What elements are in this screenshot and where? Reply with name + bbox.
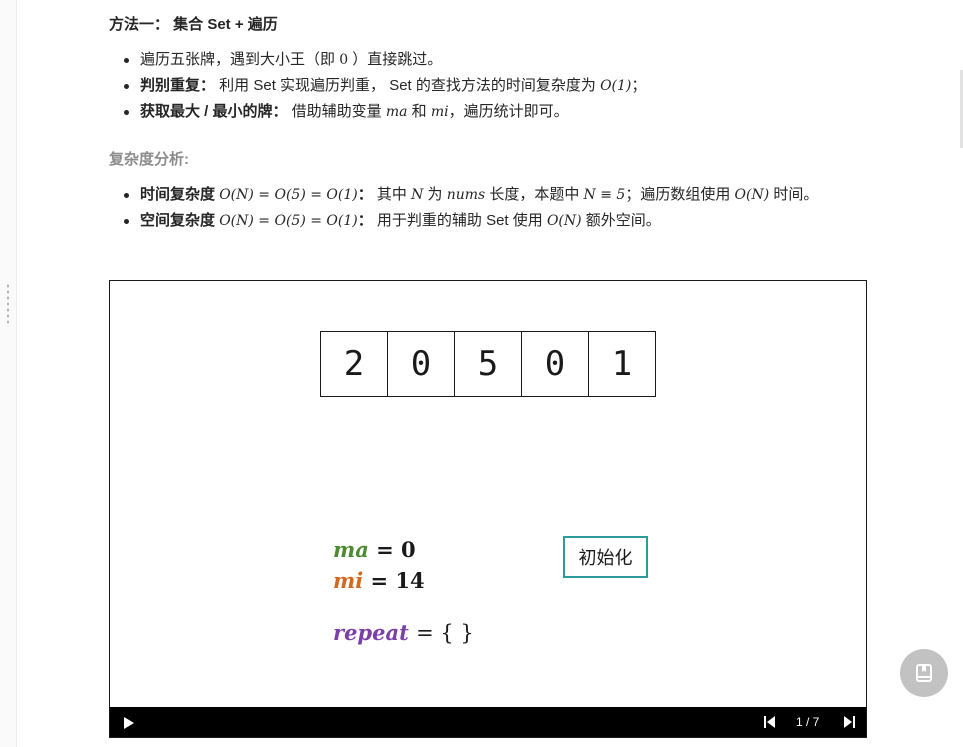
slide-counter: 1 / 7 xyxy=(796,715,820,729)
array-cell: 0 xyxy=(387,331,455,397)
array-cell: 0 xyxy=(521,331,589,397)
section-heading: 方法一： 集合 Set + 遍历 xyxy=(109,16,278,33)
ma-variable: ma = 0 xyxy=(333,537,416,562)
complexity-heading: 复杂度分析: xyxy=(109,151,189,168)
nums-array: 2 0 5 0 1 xyxy=(320,331,656,397)
bookmark-button[interactable] xyxy=(900,649,948,697)
list-item: 遍历五张牌，遇到大小王（即 0 ）直接跳过。 xyxy=(109,47,869,73)
slideshow-player: 2 0 5 0 1 ma = 0 mi = 14 repeat = { } 初始… xyxy=(109,280,867,738)
method-bullet-list: 遍历五张牌，遇到大小王（即 0 ）直接跳过。 判别重复： 利用 Set 实现遍历… xyxy=(109,47,869,125)
array-cell: 2 xyxy=(320,331,388,397)
complexity-bullet-list: 时间复杂度 O(N) = O(5) = O(1)： 其中 N 为 nums 长度… xyxy=(109,182,869,234)
step-state-label: 初始化 xyxy=(563,536,648,578)
repeat-variable: repeat = { } xyxy=(333,620,474,645)
play-icon[interactable] xyxy=(124,717,134,729)
array-cell: 1 xyxy=(588,331,656,397)
mi-variable: mi = 14 xyxy=(333,568,425,593)
skip-next-icon[interactable] xyxy=(844,716,856,728)
list-item: 时间复杂度 O(N) = O(5) = O(1)： 其中 N 为 nums 长度… xyxy=(109,182,869,208)
list-item: 获取最大 / 最小的牌： 借助辅助变量 ma 和 mi，遍历统计即可。 xyxy=(109,99,869,125)
skip-previous-icon[interactable] xyxy=(764,716,776,728)
bookmark-book-icon xyxy=(916,664,932,682)
array-cell: 5 xyxy=(454,331,522,397)
left-resize-rail[interactable] xyxy=(0,0,17,747)
list-item: 空间复杂度 O(N) = O(5) = O(1)： 用于判重的辅助 Set 使用… xyxy=(109,208,869,234)
list-item: 判别重复： 利用 Set 实现遍历判重， Set 的查找方法的时间复杂度为 O(… xyxy=(109,73,869,99)
drag-handle-icon[interactable] xyxy=(6,283,10,327)
player-controls: 1 / 7 xyxy=(110,707,866,737)
